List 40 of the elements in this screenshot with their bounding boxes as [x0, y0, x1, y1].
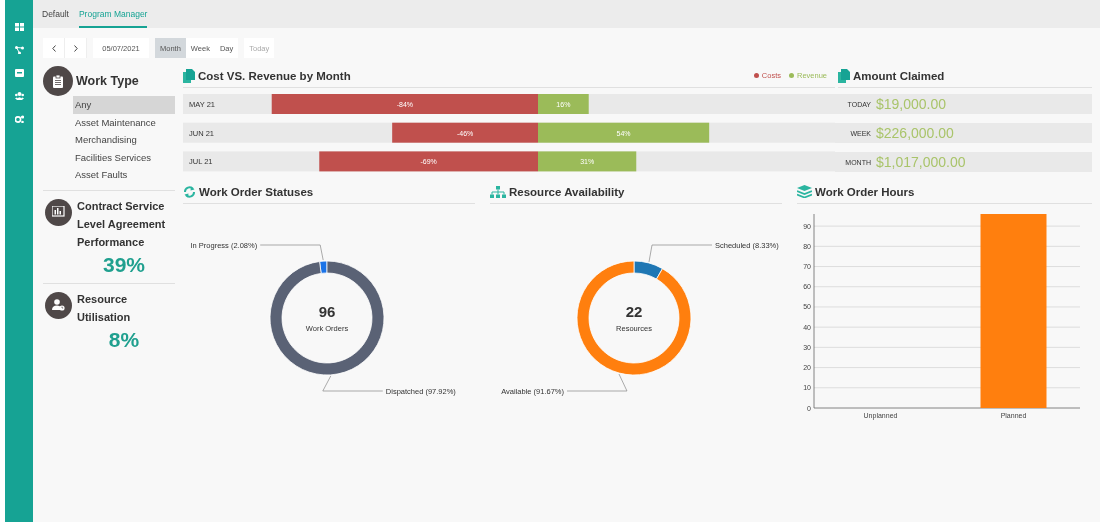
hierarchy-icon: [490, 185, 506, 198]
amount-value: $226,000.00: [876, 125, 954, 141]
people-icon[interactable]: [14, 92, 24, 100]
work-type-item[interactable]: Any: [73, 96, 175, 114]
amount-value: $19,000.00: [876, 96, 947, 112]
leader-line: [259, 244, 324, 261]
amount-value: $1,017,000.00: [876, 154, 966, 170]
tab[interactable]: Default: [42, 9, 69, 28]
grid-icon[interactable]: [14, 23, 24, 31]
kpi-value: 8%: [107, 327, 141, 352]
documents-icon: [183, 68, 195, 83]
work-type-item[interactable]: Facilities Services: [73, 148, 175, 167]
panel-title: Work Order Hours: [815, 185, 915, 198]
panel-title: Cost VS. Revenue by Month: [198, 69, 351, 82]
chevron-right-icon: [73, 44, 78, 52]
kpi-title: Resource Utilisation: [77, 291, 132, 325]
clipboard-icon: [43, 66, 73, 96]
work-type-item[interactable]: Asset Maintenance: [73, 113, 175, 132]
layers-icon: [797, 185, 812, 198]
work-type-item[interactable]: Merchandising: [73, 131, 175, 149]
refresh-icon: [183, 185, 196, 198]
kpi-title: Contract Service Level Agreement Performance: [77, 198, 167, 250]
donut-total: 22: [625, 303, 643, 320]
tray-icon[interactable]: [14, 69, 24, 77]
chevron-left-icon: [51, 44, 56, 52]
leader-line: [322, 375, 384, 392]
donut-total: 96: [318, 303, 336, 320]
gears-icon[interactable]: [14, 115, 24, 123]
section-title: Work Type: [76, 74, 139, 88]
work-type-item[interactable]: Asset Faults: [73, 166, 175, 184]
nodes-icon[interactable]: [14, 46, 24, 54]
kpi-value: 39%: [102, 252, 146, 277]
leader-line: [566, 373, 628, 392]
documents-icon: [838, 68, 850, 83]
panel-title: Amount Claimed: [853, 69, 945, 82]
bar-chart-icon: [45, 198, 72, 226]
panel-title: Resource Availability: [509, 185, 625, 198]
user-clock-icon: [45, 291, 72, 319]
leader-line: [648, 244, 713, 263]
panel-title: Work Order Statuses: [199, 185, 314, 198]
